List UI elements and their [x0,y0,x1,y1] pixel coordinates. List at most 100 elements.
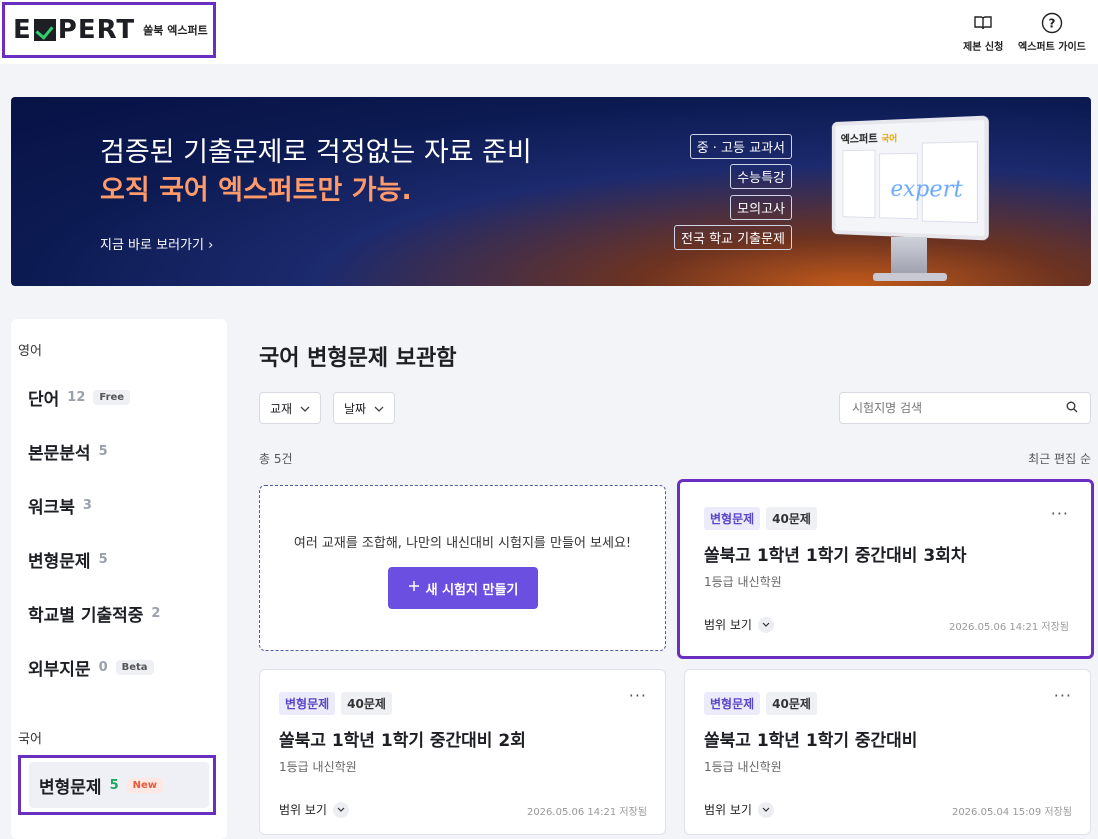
binding-request-label: 제본 신청 [963,38,1003,53]
more-options-icon[interactable]: ··· [1051,504,1069,523]
card-badges: 변형문제 40문제 [279,692,392,715]
create-exam-button[interactable]: 새 시험지 만들기 [388,567,538,609]
top-header: E PERT 쏠북 엑스퍼트 제본 신청 ? 엑스퍼트 가이드 [0,0,1098,64]
expert-guide-link[interactable]: ? 엑스퍼트 가이드 [1018,12,1086,53]
filter-label: 교재 [270,400,292,417]
card-subtitle: 1등급 내신학원 [704,758,782,775]
chevron-down-icon [374,401,384,415]
type-badge: 변형문제 [704,507,760,530]
banner-tag: 중 · 고등 교과서 [690,134,792,159]
chevron-down-icon [300,401,310,415]
sidebar-item-label: 본문분석 [28,439,91,464]
count-badge: 40문제 [766,692,817,715]
more-options-icon[interactable]: ··· [1054,686,1072,705]
beta-badge: Beta [116,660,154,675]
logo-check-icon [34,19,56,41]
logo[interactable]: E PERT 쏠북 엑스퍼트 [2,2,216,58]
sidebar-item-external-passages[interactable]: 외부지문 0 Beta [28,655,154,680]
range-view-button[interactable]: 범위 보기 [704,616,774,633]
saved-timestamp: 2026.05.06 14:21 저장됨 [527,803,647,818]
sidebar-section-korean: 국어 [18,728,42,747]
range-view-label: 범위 보기 [704,801,752,818]
range-view-button[interactable]: 범위 보기 [704,801,774,818]
monitor-illustration: 엑스퍼트 국어 expert [832,116,989,241]
count-badge: 40문제 [341,692,392,715]
chevron-down-icon [758,802,774,818]
type-badge: 변형문제 [704,692,760,715]
monitor-doc [842,150,875,218]
range-view-label: 범위 보기 [704,616,752,633]
total-count: 총 5건 [259,450,293,467]
sidebar-item-korean-variant-questions[interactable]: 변형문제 5 New [39,773,163,798]
search-input[interactable] [852,401,1042,415]
sort-dropdown[interactable]: 최근 편집 순 [1028,450,1091,467]
sidebar-item-variant-questions[interactable]: 변형문제 5 [28,547,108,572]
page-title: 국어 변형문제 보관함 [259,340,456,372]
range-view-button[interactable]: 범위 보기 [279,801,349,818]
logo-wordmark: E PERT [13,15,135,45]
saved-timestamp: 2026.05.04 15:09 저장됨 [952,803,1072,818]
sidebar-item-label: 외부지문 [28,655,91,680]
banner-tag: 수능특강 [730,164,792,189]
sidebar-item-label: 변형문제 [39,773,102,798]
chevron-down-icon [758,617,774,633]
promo-banner[interactable]: 검증된 기출문제로 걱정없는 자료 준비 오직 국어 엑스퍼트만 가능. 지금 … [11,97,1091,286]
banner-cta-link[interactable]: 지금 바로 보러가기 › [100,234,213,253]
count-badge: 40문제 [766,507,817,530]
filter-label: 날짜 [344,400,366,417]
card-title: 쏠북고 1학년 1학기 중간대비 [704,726,917,751]
logo-subtitle: 쏠북 엑스퍼트 [143,22,208,38]
sidebar-item-label: 변형문제 [28,547,91,572]
type-badge: 변형문제 [279,692,335,715]
more-options-icon[interactable]: ··· [629,686,647,705]
binding-request-link[interactable]: 제본 신청 [963,12,1003,53]
search-box [839,392,1091,424]
sidebar-item-count: 12 [67,390,85,405]
banner-subheadline: 오직 국어 엑스퍼트만 가능. [100,168,412,207]
help-circle-icon: ? [1041,12,1063,34]
card-title: 쏠북고 1학년 1학기 중간대비 3회차 [704,541,966,566]
svg-text:?: ? [1048,17,1055,31]
sidebar-item-count: 5 [99,444,108,459]
banner-tag: 모의고사 [730,195,792,220]
sidebar-item-count: 3 [83,498,92,513]
new-badge: New [127,778,163,793]
search-icon[interactable] [1066,401,1078,416]
textbook-filter-dropdown[interactable]: 교재 [259,392,321,424]
logo-letters: PERT [58,15,135,45]
card-subtitle: 1등급 내신학원 [704,573,782,590]
sidebar-item-words[interactable]: 단어 12 Free [28,385,130,410]
sidebar-item-count: 2 [151,606,160,621]
card-subtitle: 1등급 내신학원 [279,758,357,775]
monitor-script-text: expert [891,177,963,203]
chevron-down-icon [333,802,349,818]
sidebar-item-count: 0 [99,660,108,675]
card-badges: 변형문제 40문제 [704,692,817,715]
monitor-stand [891,237,927,277]
book-open-icon [973,12,993,34]
sidebar-item-count: 5 [99,552,108,567]
exam-card[interactable]: 변형문제 40문제 ··· 쏠북고 1학년 1학기 중간대비 3회차 1등급 내신… [677,479,1094,659]
sidebar-item-count: 5 [110,778,119,793]
saved-timestamp: 2026.05.06 14:21 저장됨 [949,618,1069,633]
sidebar-item-text-analysis[interactable]: 본문분석 5 [28,439,108,464]
expert-guide-label: 엑스퍼트 가이드 [1018,38,1086,53]
plus-icon [408,580,420,596]
sidebar-item-workbook[interactable]: 워크북 3 [28,493,92,518]
card-badges: 변형문제 40문제 [704,507,817,530]
create-exam-label: 새 시험지 만들기 [426,579,519,598]
sidebar-item-school-past-exams[interactable]: 학교별 기출적중 2 [28,601,160,626]
sidebar-item-label: 단어 [28,385,59,410]
create-exam-card: 여러 교재를 조합해, 나만의 내신대비 시험지를 만들어 보세요! 새 시험지… [259,485,666,651]
card-title: 쏠북고 1학년 1학기 중간대비 2회 [279,726,526,751]
banner-tag: 전국 학교 기출문제 [674,225,792,250]
date-filter-dropdown[interactable]: 날짜 [333,392,395,424]
exam-card[interactable]: 변형문제 40문제 ··· 쏠북고 1학년 1학기 중간대비 1등급 내신학원 범… [684,669,1091,835]
monitor-base [873,273,947,281]
free-badge: Free [93,390,130,405]
banner-headline: 검증된 기출문제로 걱정없는 자료 준비 [100,130,532,169]
sidebar-section-english: 영어 [18,340,42,359]
sidebar-item-label: 워크북 [28,493,75,518]
exam-card[interactable]: 변형문제 40문제 ··· 쏠북고 1학년 1학기 중간대비 2회 1등급 내신학… [259,669,666,835]
create-exam-hint: 여러 교재를 조합해, 나만의 내신대비 시험지를 만들어 보세요! [260,532,665,551]
